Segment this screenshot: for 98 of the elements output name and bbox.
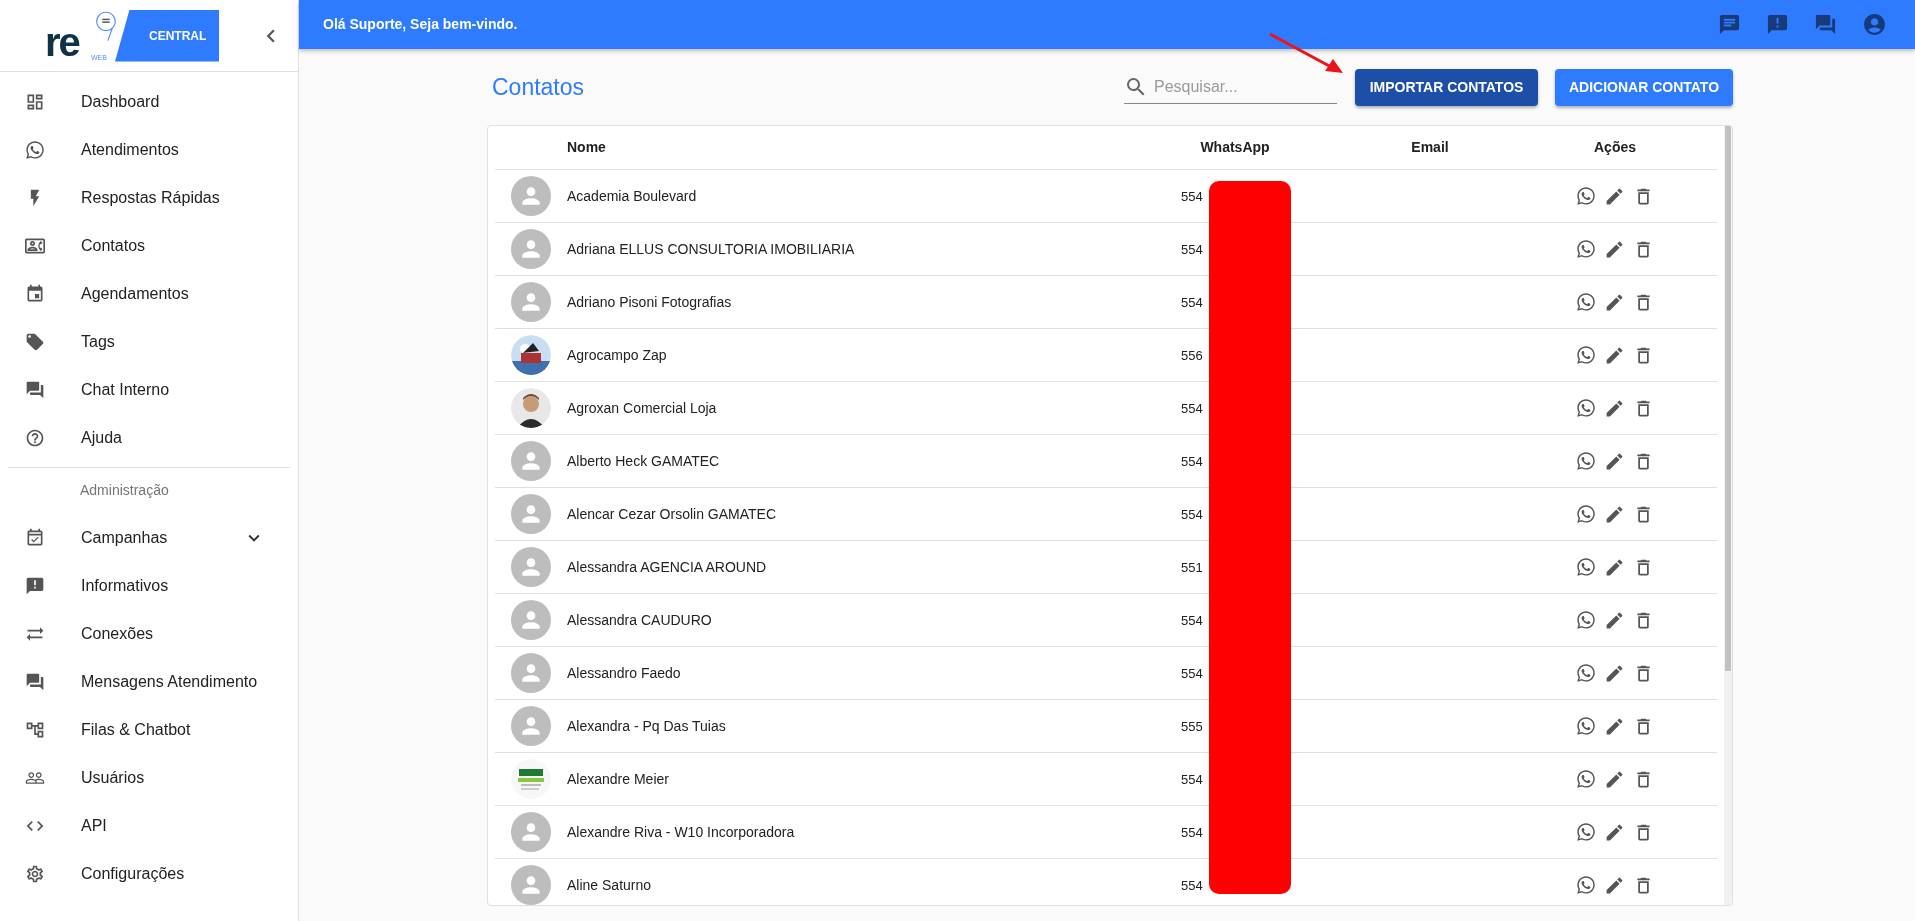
- sidebar-item[interactable]: Atendimentos: [0, 126, 298, 174]
- add-contact-button[interactable]: ADICIONAR CONTATO: [1555, 68, 1733, 106]
- chat-bubbles-icon: [25, 672, 45, 692]
- whatsapp-number: 554: [1181, 453, 1203, 469]
- tree-icon: [25, 720, 45, 740]
- sidebar-item[interactable]: Ajuda: [0, 414, 298, 462]
- contact-name: Alberto Heck GAMATEC: [567, 451, 721, 471]
- settings-icon: [25, 864, 45, 884]
- whatsapp-number: 554: [1181, 824, 1203, 840]
- calendar-check-icon: [25, 528, 45, 548]
- greeting-text: Olá Suporte, Seja bem-vindo.: [323, 15, 518, 34]
- logo-banner: CENTRAL: [115, 9, 219, 62]
- avatar-icon: [511, 600, 551, 640]
- whatsapp-icon[interactable]: [1576, 821, 1596, 842]
- whatsapp-number: 555: [1181, 718, 1203, 734]
- sidebar-item[interactable]: Chat Interno: [0, 366, 298, 414]
- sidebar-item[interactable]: Dashboard: [0, 78, 298, 126]
- whatsapp-icon[interactable]: [1576, 450, 1596, 471]
- whatsapp-icon[interactable]: [1576, 662, 1596, 683]
- whatsapp-icon[interactable]: [1576, 291, 1596, 312]
- section-title: Administração: [80, 480, 169, 500]
- avatar-icon: [511, 653, 551, 693]
- contact-name: Alexandra - Pq Das Tuias: [567, 716, 727, 736]
- search-field[interactable]: Pesquisar...: [1154, 70, 1337, 103]
- avatar-icon: [511, 441, 551, 481]
- whatsapp-icon[interactable]: [1576, 768, 1596, 789]
- contact-name: Alexandre Riva - W10 Incorporadora: [567, 822, 796, 842]
- page-title: Contatos: [492, 72, 585, 102]
- sidebar-item[interactable]: Informativos: [0, 562, 298, 610]
- whatsapp-icon[interactable]: [1576, 874, 1596, 895]
- whatsapp-number: 554: [1181, 612, 1203, 628]
- contact-name: Alessandra CAUDURO: [567, 610, 713, 630]
- whatsapp-number: 554: [1181, 241, 1203, 257]
- sidebar-item[interactable]: Conexões: [0, 610, 298, 658]
- contact-name: Alessandro Faedo: [567, 663, 682, 683]
- sidebar-item[interactable]: Contatos: [0, 222, 298, 270]
- sidebar-item[interactable]: Agendamentos: [0, 270, 298, 318]
- column-header: WhatsApp: [1199, 138, 1271, 157]
- whatsapp-icon[interactable]: [1576, 397, 1596, 418]
- sidebar-item[interactable]: Mensagens Atendimento: [0, 658, 298, 706]
- contact-card-icon: [25, 236, 45, 256]
- calendar-icon: [25, 284, 45, 304]
- message-icon[interactable]: [1718, 13, 1741, 36]
- contact-name: Agroxan Comercial Loja: [567, 398, 718, 418]
- column-header: Nome: [567, 138, 607, 157]
- whatsapp-number: 554: [1181, 294, 1203, 310]
- sidebar-item[interactable]: Configurações: [0, 850, 298, 898]
- chat-bubbles-icon: [25, 380, 45, 400]
- contact-name: Adriano Pisoni Fotografias: [567, 292, 733, 312]
- sidebar-item[interactable]: Tags: [0, 318, 298, 366]
- whatsapp-number: 556: [1181, 347, 1203, 363]
- contact-name: Adriana ELLUS CONSULTORIA IMOBILIARIA: [567, 239, 856, 259]
- avatar-icon: [511, 229, 551, 269]
- whatsapp-icon[interactable]: [1576, 238, 1596, 259]
- whatsapp-icon[interactable]: [1576, 609, 1596, 630]
- account-icon[interactable]: [1862, 12, 1887, 37]
- sidebar-item[interactable]: Usuários: [0, 754, 298, 802]
- contact-name: Alessandra AGENCIA AROUND: [567, 557, 768, 577]
- column-header: Ações: [1593, 138, 1637, 157]
- avatar-icon: [511, 282, 551, 322]
- whatsapp-number: 554: [1181, 877, 1203, 893]
- contact-name: Aline Saturno: [567, 875, 653, 895]
- scrollbar[interactable]: [1725, 126, 1731, 671]
- announcement-icon[interactable]: [1766, 13, 1789, 36]
- dashboard-icon: [25, 92, 45, 112]
- logo-wordmark: re: [45, 21, 79, 62]
- help-icon: [25, 428, 45, 448]
- announcement-icon: [25, 576, 45, 596]
- avatar-icon: [511, 812, 551, 852]
- logo-pin-icon: [95, 9, 117, 42]
- whatsapp-number: 554: [1181, 506, 1203, 522]
- whatsapp-icon[interactable]: [1576, 185, 1596, 206]
- avatar-icon: [511, 494, 551, 534]
- sidebar-item[interactable]: API: [0, 802, 298, 850]
- contact-name: Alexandre Meier: [567, 769, 670, 789]
- contact-name: Academia Boulevard: [567, 186, 698, 206]
- whatsapp-number: 551: [1181, 559, 1203, 575]
- avatar-icon: [511, 176, 551, 216]
- whatsapp-icon[interactable]: [1576, 556, 1596, 577]
- whatsapp-number: 554: [1181, 771, 1203, 787]
- chat-bubbles-icon[interactable]: [1814, 13, 1837, 36]
- avatar-icon: [511, 706, 551, 746]
- column-header: Email: [1410, 138, 1450, 157]
- sidebar-item[interactable]: Campanhas: [0, 514, 298, 562]
- tag-icon: [25, 332, 45, 352]
- whatsapp-icon: [25, 140, 45, 160]
- whatsapp-icon[interactable]: [1576, 503, 1596, 524]
- avatar-icon: [511, 547, 551, 587]
- whatsapp-number: 554: [1181, 188, 1203, 204]
- whatsapp-icon[interactable]: [1576, 344, 1596, 365]
- whatsapp-number: 554: [1181, 400, 1203, 416]
- import-contacts-button[interactable]: IMPORTAR CONTATOS: [1355, 68, 1538, 106]
- whatsapp-number: 554: [1181, 665, 1203, 681]
- sidebar-item[interactable]: Filas & Chatbot: [0, 706, 298, 754]
- sidebar-item[interactable]: Respostas Rápidas: [0, 174, 298, 222]
- contact-name: Agrocampo Zap: [567, 345, 668, 365]
- whatsapp-icon[interactable]: [1576, 715, 1596, 736]
- contact-name: Alencar Cezar Orsolin GAMATEC: [567, 504, 777, 524]
